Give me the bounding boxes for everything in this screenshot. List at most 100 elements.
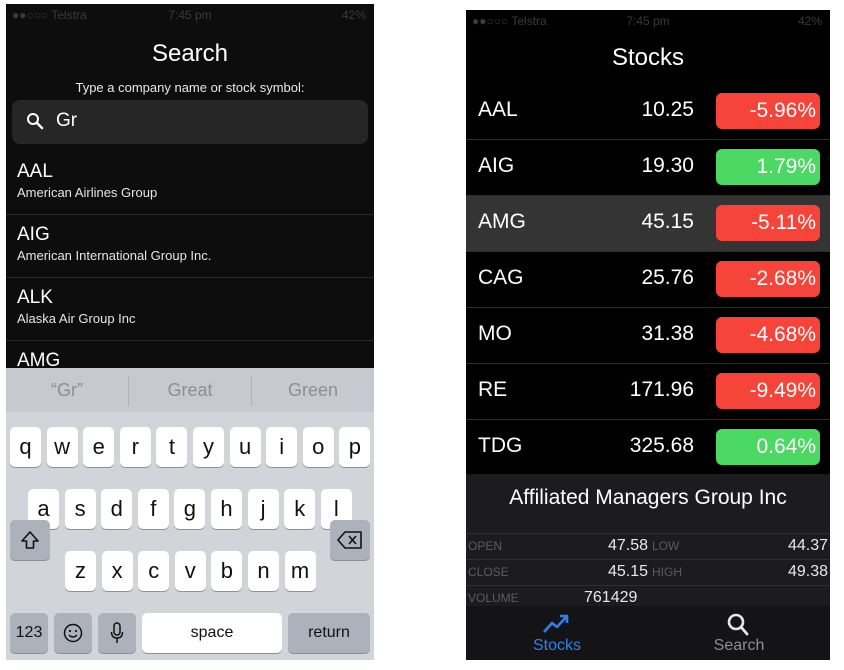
- suggestion-item[interactable]: Green: [252, 368, 374, 412]
- result-company-name: American International Group Inc.: [17, 248, 212, 263]
- volume-value: 761429: [584, 589, 638, 606]
- detail-row: CLOSE 45.15 HIGH 49.38: [466, 559, 830, 586]
- change-badge[interactable]: 0.64%: [716, 429, 820, 465]
- key-t[interactable]: t: [156, 427, 188, 467]
- trend-chart-icon: [543, 614, 569, 633]
- change-badge[interactable]: -5.11%: [716, 205, 820, 241]
- stock-symbol: MO: [478, 322, 512, 345]
- key-b[interactable]: b: [211, 551, 243, 591]
- stock-symbol: TDG: [478, 434, 523, 457]
- stock-row[interactable]: MO 31.38 -4.68%: [466, 308, 830, 364]
- volume-label: VOLUME: [468, 591, 519, 605]
- dictation-key[interactable]: [98, 613, 136, 653]
- stock-row[interactable]: AAL 10.25 -5.96%: [466, 84, 830, 140]
- search-result-item[interactable]: ALK Alaska Air Group Inc: [6, 278, 374, 341]
- suggestion-bar: “Gr” Great Green: [6, 368, 374, 412]
- key-j[interactable]: j: [247, 489, 279, 529]
- key-f[interactable]: f: [137, 489, 169, 529]
- search-input[interactable]: Gr: [12, 100, 368, 144]
- numbers-key[interactable]: 123: [10, 613, 48, 653]
- detail-row: OPEN 47.58 LOW 44.37: [466, 533, 830, 560]
- change-value: -4.68%: [749, 323, 816, 346]
- key-s[interactable]: s: [64, 489, 96, 529]
- stock-price: 325.68: [629, 434, 694, 457]
- change-badge[interactable]: -4.68%: [716, 317, 820, 353]
- high-label: HIGH: [652, 565, 682, 579]
- result-company-name: American Airlines Group: [17, 185, 158, 200]
- change-value: -2.68%: [749, 267, 816, 290]
- search-result-item[interactable]: AAL American Airlines Group: [6, 152, 374, 215]
- clock-label: 7:45 pm: [168, 8, 212, 22]
- change-value: -5.96%: [749, 99, 816, 122]
- stock-row[interactable]: TDG 325.68 0.64%: [466, 420, 830, 476]
- key-m[interactable]: m: [284, 551, 316, 591]
- key-v[interactable]: v: [174, 551, 206, 591]
- stock-row[interactable]: AIG 19.30 1.79%: [466, 140, 830, 196]
- key-r[interactable]: r: [119, 427, 151, 467]
- key-w[interactable]: w: [46, 427, 78, 467]
- keyboard: “Gr” Great Green qwertyuiopasdfghjklzxcv…: [6, 368, 374, 660]
- emoji-key[interactable]: [54, 613, 92, 653]
- search-result-item[interactable]: AIG American International Group Inc.: [6, 215, 374, 278]
- page-title: Search: [151, 40, 229, 67]
- change-value: -9.49%: [749, 379, 816, 402]
- tab-label: Stocks: [532, 637, 581, 654]
- open-value: 47.58: [607, 537, 648, 554]
- stock-row[interactable]: AMG 45.15 -5.11%: [466, 196, 830, 252]
- high-value: 49.38: [787, 563, 828, 580]
- tab-stocks[interactable]: Stocks: [466, 606, 648, 660]
- stock-price: 45.15: [641, 210, 694, 233]
- key-i[interactable]: i: [266, 427, 298, 467]
- change-badge[interactable]: 1.79%: [716, 149, 820, 185]
- stock-price: 25.76: [641, 266, 694, 289]
- battery-label: 42%: [341, 8, 366, 22]
- stock-symbol: RE: [478, 378, 508, 401]
- change-value: -5.11%: [751, 211, 816, 234]
- backspace-icon: [337, 531, 362, 549]
- open-label: OPEN: [468, 539, 503, 553]
- change-badge[interactable]: -9.49%: [716, 373, 820, 409]
- change-badge[interactable]: -2.68%: [716, 261, 820, 297]
- stock-row[interactable]: CAG 25.76 -2.68%: [466, 252, 830, 308]
- key-x[interactable]: x: [101, 551, 133, 591]
- shift-key[interactable]: [10, 520, 50, 560]
- key-d[interactable]: d: [101, 489, 133, 529]
- result-symbol: ALK: [17, 287, 53, 308]
- key-k[interactable]: k: [284, 489, 316, 529]
- delete-key[interactable]: [330, 520, 370, 560]
- change-value: 1.79%: [756, 155, 816, 178]
- key-g[interactable]: g: [174, 489, 206, 529]
- stocks-screen: ●●○○○ Telstra 7:45 pm 42% Stocks AAL 10.2…: [466, 10, 830, 660]
- search-icon: [727, 613, 749, 636]
- low-label: LOW: [652, 539, 680, 553]
- return-key[interactable]: return: [288, 613, 370, 653]
- key-u[interactable]: u: [229, 427, 261, 467]
- space-key[interactable]: space: [142, 613, 282, 653]
- search-results-list: AAL American Airlines Group AIG American In…: [6, 152, 374, 404]
- low-value: 44.37: [787, 537, 828, 554]
- status-bar: ●●○○○ Telstra 7:45 pm 42%: [466, 10, 830, 32]
- key-c[interactable]: c: [138, 551, 170, 591]
- tab-search[interactable]: Search: [648, 606, 830, 660]
- key-p[interactable]: p: [339, 427, 371, 467]
- battery-label: 42%: [797, 14, 822, 28]
- company-name: Affiliated Managers Group Inc: [509, 486, 787, 509]
- change-badge[interactable]: -5.96%: [716, 93, 820, 129]
- stock-symbol: AIG: [478, 154, 515, 177]
- key-e[interactable]: e: [83, 427, 115, 467]
- key-o[interactable]: o: [302, 427, 334, 467]
- key-n[interactable]: n: [248, 551, 279, 591]
- close-label: CLOSE: [468, 565, 509, 579]
- status-bar: ●●○○○ Telstra 7:45 pm 42%: [6, 4, 374, 26]
- key-q[interactable]: q: [10, 427, 41, 467]
- key-z[interactable]: z: [65, 551, 96, 591]
- tab-bar: Stocks Search: [466, 606, 830, 660]
- result-symbol: AIG: [17, 224, 50, 245]
- search-prompt: Type a company name or stock symbol:: [75, 80, 305, 95]
- stock-row[interactable]: RE 171.96 -9.49%: [466, 364, 830, 420]
- key-y[interactable]: y: [193, 427, 224, 467]
- suggestion-item[interactable]: Great: [129, 368, 251, 412]
- key-h[interactable]: h: [211, 489, 242, 529]
- result-symbol: AAL: [17, 161, 53, 182]
- suggestion-item[interactable]: “Gr”: [6, 368, 128, 412]
